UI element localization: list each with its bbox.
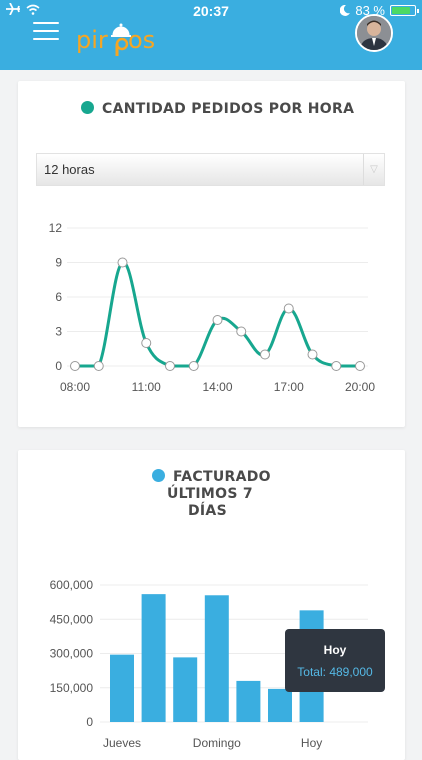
data-point	[188, 361, 199, 371]
logo-image: pir os	[76, 23, 155, 56]
y-tick-label: 3	[55, 325, 62, 339]
y-tick-label: 300,000	[50, 647, 94, 661]
app-logo: pir os	[76, 22, 171, 56]
y-tick-label: 12	[49, 221, 63, 235]
y-tick-label: 450,000	[50, 612, 94, 626]
data-point	[260, 349, 270, 360]
x-tick-label: 14:00	[202, 380, 232, 394]
data-point	[70, 361, 80, 371]
orders-card-title: CANTIDAD PEDIDOS POR HORA	[81, 101, 354, 117]
data-point	[93, 361, 104, 371]
series-dot	[81, 101, 94, 114]
data-point	[307, 349, 318, 360]
series-line	[75, 260, 360, 368]
bar	[173, 657, 198, 722]
y-tick-label: 9	[55, 256, 62, 270]
bar	[204, 595, 229, 722]
x-tick-label: 11:00	[132, 380, 161, 394]
billing-bar-chart: 600,000 450,000 300,000 150,000 0 Jueves Domin…	[50, 578, 368, 750]
hamburger-icon[interactable]	[33, 22, 59, 40]
billing-card: FACTURADO ÚLTIMOS 7 DÍAS 600,000 450,000 3…	[18, 450, 405, 760]
data-point	[141, 338, 152, 348]
moon-icon	[340, 5, 351, 16]
bar	[141, 594, 166, 722]
user-avatar[interactable]	[355, 14, 393, 52]
orders-per-hour-card: CANTIDAD PEDIDOS POR HORA 12 horas ▽ 12 9…	[18, 81, 405, 427]
data-point	[331, 361, 342, 371]
x-tick-label: 20:00	[345, 380, 375, 394]
data-point	[283, 303, 294, 314]
data-point	[355, 361, 365, 371]
y-tick-label: 0	[55, 359, 62, 373]
y-tick-label: 0	[86, 715, 93, 729]
x-tick-label: Domingo	[193, 736, 241, 750]
svg-text:os: os	[128, 26, 155, 54]
orders-card-title-text: CANTIDAD PEDIDOS POR HORA	[102, 101, 355, 117]
chart-tooltip: Hoy Total: 489,000	[285, 629, 385, 692]
status-bar: 20:37 83 %	[0, 0, 422, 22]
y-tick-label: 600,000	[50, 578, 94, 592]
svg-text:pir: pir	[76, 26, 108, 54]
tooltip-title: Hoy	[323, 643, 347, 657]
data-point	[165, 361, 175, 371]
avatar-image	[357, 16, 391, 50]
data-point	[212, 315, 223, 325]
x-tick-label: 08:00	[60, 380, 90, 394]
x-tick-label: Hoy	[301, 736, 322, 750]
y-tick-label: 150,000	[50, 681, 94, 695]
data-point	[117, 257, 128, 268]
bar	[268, 688, 292, 722]
tooltip-value: Total: 489,000	[297, 665, 373, 679]
x-tick-label: 17:00	[274, 380, 304, 394]
orders-line-chart: 12 9 6 3 0 08:00 11:00 14:00 17:00 20:00	[49, 221, 376, 394]
app-header: 20:37 83 % pir os	[0, 0, 422, 70]
bar	[110, 654, 134, 722]
y-tick-label: 6	[55, 290, 62, 304]
battery-icon	[390, 5, 419, 16]
time-range-select[interactable]: 12 horas ▽	[36, 153, 385, 186]
data-point	[236, 326, 247, 337]
bar	[236, 680, 261, 722]
time-range-value: 12 horas	[44, 162, 95, 177]
x-tick-label: Jueves	[103, 736, 141, 750]
chevron-down-icon: ▽	[363, 154, 384, 185]
